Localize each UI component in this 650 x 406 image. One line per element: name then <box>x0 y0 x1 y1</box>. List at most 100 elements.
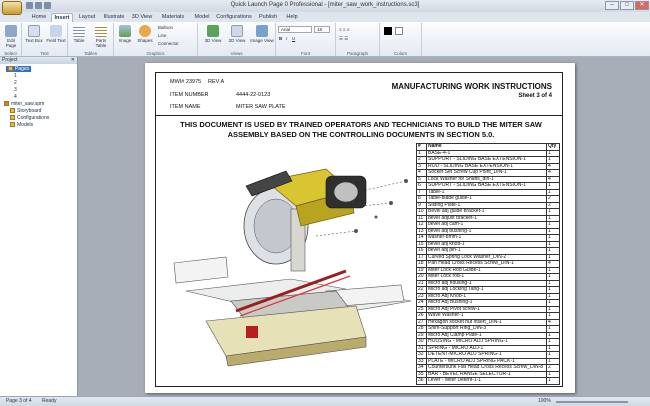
item-name: MITER SAW PLATE <box>236 104 286 110</box>
tree-item-model-file[interactable]: miter_saw.spm <box>4 101 44 107</box>
group-font: Arial 18 B I U Font <box>276 23 336 56</box>
part-name-cell: Lever - Miter Detent-1-1 <box>426 377 547 385</box>
shapes-icon <box>139 25 151 37</box>
bold-icon[interactable]: B <box>279 36 282 41</box>
parts-table-button[interactable]: Parts Table <box>90 25 112 48</box>
field-text-icon <box>50 25 62 37</box>
text-box-button[interactable]: Text Box <box>24 25 44 43</box>
2d-view-icon <box>231 25 243 37</box>
table-row: 34 Countersunk Flat Head Cross Recess Scr… <box>416 364 560 372</box>
mwi-number: MWI# 23975 <box>170 79 202 85</box>
balloon-button[interactable]: Balloon <box>158 25 173 30</box>
edit-page-button[interactable]: Edit Page <box>2 25 20 48</box>
image-button[interactable]: Image <box>116 25 134 43</box>
quantity-cell: 1 <box>546 377 560 385</box>
table-button[interactable]: Table <box>70 25 88 43</box>
underline-icon[interactable]: U <box>292 36 295 41</box>
image-view-icon <box>256 25 268 37</box>
window-title: Quick Launch Page 0 Professional - [mite… <box>230 2 420 8</box>
undo-icon[interactable] <box>35 2 42 9</box>
group-text: Text Box Field Text Text <box>22 23 68 56</box>
item-number-label: ITEM NUMBER <box>170 92 209 98</box>
ribbon: Edit Page Select Text Box Field Text Tex… <box>0 22 650 57</box>
tab-model[interactable]: Model <box>191 13 213 22</box>
tab-insert[interactable]: Insert <box>51 13 73 22</box>
parts-list-table: # Name Qty 1 BASE-4-1 1 2 SUPPORT - SLIDING BAS… <box>416 143 560 385</box>
application-menu-button[interactable] <box>2 1 22 15</box>
tab-layout[interactable]: Layout <box>76 13 98 22</box>
3d-view-button[interactable]: 3D View <box>202 25 224 43</box>
notice-text: THIS DOCUMENT IS USED BY TRAINED OPERATO… <box>180 120 542 139</box>
shapes-button[interactable]: Shapes <box>136 25 154 43</box>
maximize-button[interactable]: □ <box>620 1 634 10</box>
image-icon <box>119 25 131 37</box>
text-color-swatch[interactable] <box>384 27 392 35</box>
exploded-miter-saw-illustration <box>173 168 412 367</box>
2d-view-button[interactable]: 2D View <box>226 25 248 43</box>
close-button[interactable]: ✕ <box>635 1 649 10</box>
group-views: 3D View 2D View Image View Views <box>198 23 276 56</box>
item-number: 4444-22-0123 <box>236 92 271 98</box>
tree-item-models[interactable]: Models <box>10 122 33 128</box>
group-colors: Colors <box>380 23 422 56</box>
item-number-cell: 36 <box>416 377 427 385</box>
tree-page-3[interactable]: 3 <box>14 87 17 93</box>
table-icon <box>73 25 85 37</box>
tree-page-2[interactable]: 2 <box>14 80 17 86</box>
model-file-icon <box>4 101 9 107</box>
tab-illustrate[interactable]: Illustrate <box>101 13 127 22</box>
tab-materials[interactable]: Materials <box>158 13 188 22</box>
sheet-number: Sheet 3 of 4 <box>518 93 552 99</box>
minimize-button[interactable]: – <box>605 1 619 10</box>
tab-help[interactable]: Help <box>283 13 301 22</box>
font-name-select[interactable]: Arial <box>278 26 312 33</box>
title-bar: Quick Launch Page 0 Professional - [mite… <box>0 0 650 12</box>
italic-icon[interactable]: I <box>286 36 287 41</box>
save-icon[interactable] <box>26 2 33 9</box>
workspace: Project ✕ Pages 1 2 3 4 miter_saw.spm Sto… <box>0 57 650 396</box>
status-bar: Page 3 of 4 Ready 100% <box>0 396 650 406</box>
tab-home[interactable]: Home <box>28 13 50 22</box>
list-icons[interactable]: ☰ ☰ <box>339 36 348 42</box>
table-row: 36 Lever - Miter Detent-1-1 1 <box>416 377 560 385</box>
document-canvas[interactable]: MWI# 23975 REV A ITEM NUMBER 4444-22-012… <box>78 57 650 396</box>
redo-icon[interactable] <box>44 2 51 9</box>
group-select: Edit Page Select <box>0 23 22 56</box>
tab-3d-view[interactable]: 3D View <box>130 13 154 22</box>
group-tables: Table Parts Table Tables <box>68 23 114 56</box>
drawing-border: MWI# 23975 REV A ITEM NUMBER 4444-22-012… <box>155 72 563 387</box>
tree-item-pages[interactable]: Pages <box>6 66 32 72</box>
header-divider <box>156 115 562 116</box>
field-text-button[interactable]: Field Text <box>46 25 66 43</box>
folder-icon <box>8 66 13 72</box>
part-name-cell: Countersunk Flat Head Cross Recess Screw… <box>426 364 547 372</box>
revision: REV A <box>208 79 225 85</box>
close-icon[interactable]: ✕ <box>71 57 75 64</box>
edit-page-icon <box>5 25 17 37</box>
font-size-select[interactable]: 18 <box>314 26 330 33</box>
item-name-label: ITEM NAME <box>170 104 201 110</box>
group-paragraph: ≡ ≡ ≡ ☰ ☰ Paragraph <box>336 23 380 56</box>
page-indicator: Page 3 of 4 <box>6 398 32 404</box>
tab-configurations[interactable]: Configurations <box>215 13 253 22</box>
tree-item-configurations[interactable]: Configurations <box>10 115 49 121</box>
text-box-icon <box>28 25 40 37</box>
folder-icon <box>10 122 15 128</box>
tab-publish[interactable]: Publish <box>256 13 280 22</box>
zoom-level: 100% <box>538 398 551 404</box>
align-icons[interactable]: ≡ ≡ ≡ <box>339 27 349 32</box>
tree-page-4[interactable]: 4 <box>14 94 17 100</box>
project-panel: Project ✕ Pages 1 2 3 4 miter_saw.spm Sto… <box>0 57 78 396</box>
folder-icon <box>10 108 15 114</box>
tree-item-storyboard[interactable]: Storyboard <box>10 108 41 114</box>
tree-page-1[interactable]: 1 <box>14 73 17 79</box>
3d-view-icon <box>207 25 219 37</box>
group-graphics: Image Shapes Balloon Line Connector Grap… <box>114 23 198 56</box>
status-text: Ready <box>42 398 57 404</box>
line-button[interactable]: Line <box>158 33 167 38</box>
connector-button[interactable]: Connector <box>158 41 179 46</box>
folder-icon <box>10 115 15 121</box>
zoom-slider[interactable] <box>556 401 628 403</box>
fill-color-swatch[interactable] <box>395 27 403 35</box>
image-view-button[interactable]: Image View <box>250 25 274 43</box>
